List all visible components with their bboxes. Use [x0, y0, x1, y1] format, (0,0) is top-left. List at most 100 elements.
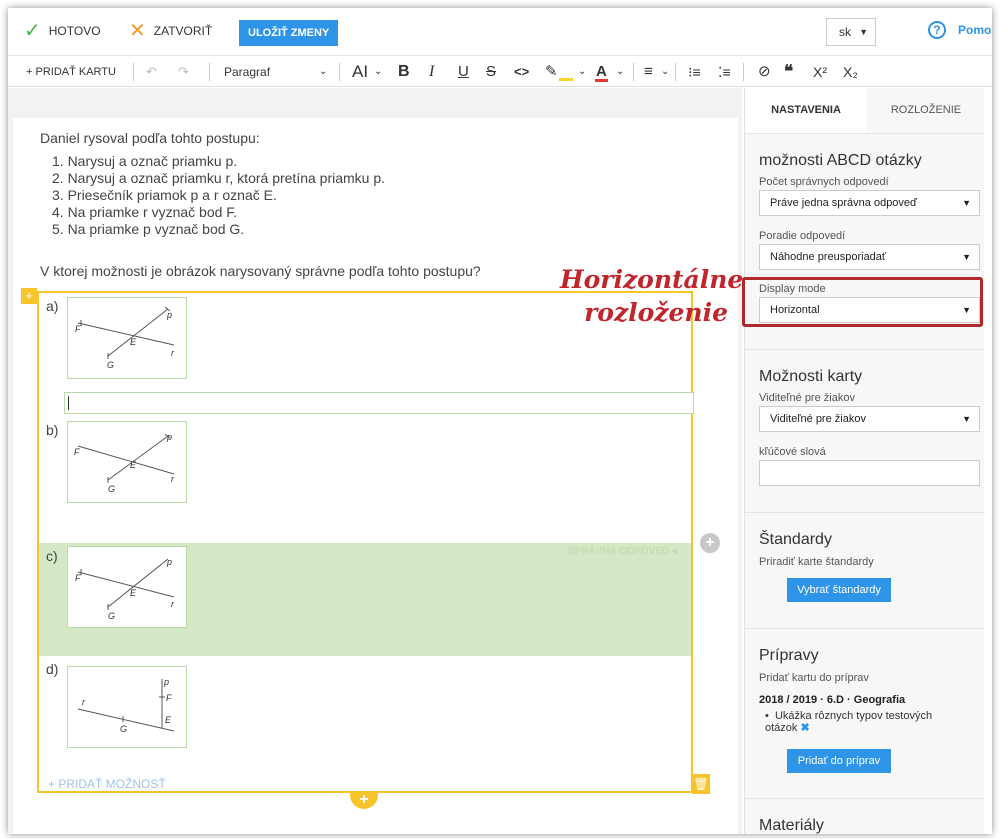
figure-label: E	[130, 337, 137, 347]
figure-label: r	[171, 599, 175, 609]
geometry-figure-b: F E p r G	[74, 432, 175, 494]
caret-down-icon: ▼	[962, 414, 971, 424]
paragraph-select[interactable]: Paragraf	[224, 57, 270, 87]
close-button[interactable]: ✕ ZATVORIŤ	[129, 21, 213, 41]
prep-list-item: • Ukážka rôznych typov testových otázok …	[765, 710, 965, 734]
ordered-list-icon[interactable]: ⁝≡	[688, 57, 701, 87]
help-link[interactable]: ? Pomo	[928, 21, 991, 39]
chevron-down-icon[interactable]: ⌄	[319, 57, 327, 87]
divider	[209, 63, 210, 81]
figure-label: r	[82, 697, 86, 707]
figure-label: E	[165, 715, 172, 725]
correct-answer-label[interactable]: SPRÁVNA ODPOVEĎ ◂	[568, 546, 677, 557]
field-label: Viditeľné pre žiakov	[759, 392, 855, 404]
annotation-text: Horizontálne rozloženie	[560, 263, 744, 329]
annotation-highlight-box	[742, 277, 983, 327]
divider	[339, 63, 340, 81]
figure-label: r	[171, 348, 175, 358]
font-size-icon[interactable]: AI	[352, 57, 368, 87]
subscript-icon[interactable]: X₂	[843, 57, 858, 87]
top-bar: ✓ HOTOVO ✕ ZATVORIŤ ULOŽIŤ ZMENY sk ▼ ? …	[8, 8, 992, 56]
select-value: Viditeľné pre žiakov	[770, 413, 866, 425]
answer-order-select[interactable]: Náhodne preusporiadať ▼	[759, 244, 980, 270]
chevron-down-icon[interactable]: ⌄	[661, 57, 669, 87]
option-d[interactable]: d) r p F E G	[39, 656, 691, 766]
redo-icon[interactable]: ↷	[178, 57, 189, 87]
geometry-figure-a: F E p r G	[75, 306, 175, 370]
add-card-button[interactable]: + PRIDAŤ KARTU	[26, 57, 116, 87]
code-icon[interactable]: <>	[514, 57, 529, 87]
geometry-figure-c: F E p r G	[75, 557, 175, 621]
annotation-line: Horizontálne	[560, 265, 744, 294]
bullet-list-icon[interactable]: ⁚≡	[718, 57, 731, 87]
caret-down-icon: ▼	[859, 27, 868, 37]
link-icon[interactable]: ⊘	[758, 57, 771, 87]
underline-icon[interactable]: U	[458, 57, 469, 87]
question-intro[interactable]: Daniel rysoval podľa tohto postupu:	[40, 130, 260, 147]
option-letter: d)	[46, 661, 59, 677]
add-option-circle-icon[interactable]: +	[700, 533, 720, 553]
list-item: 2. Narysuj a označ priamku r, ktorá pret…	[52, 170, 386, 186]
tab-layout[interactable]: ROZLOŽENIE	[867, 88, 985, 133]
superscript-icon[interactable]: X²	[813, 57, 827, 87]
settings-panel: NASTAVENIA ROZLOŽENIE možnosti ABCD otáz…	[744, 88, 985, 834]
section-title: Materiály	[759, 817, 824, 834]
close-label: ZATVORIŤ	[153, 24, 213, 38]
add-option-button[interactable]: + PRIDAŤ MOŽNOSŤ	[48, 777, 166, 791]
keywords-input[interactable]	[759, 460, 980, 486]
option-image[interactable]: F E p r G	[67, 546, 187, 628]
highlight-icon[interactable]: ✎	[545, 57, 558, 87]
chevron-down-icon[interactable]: ⌄	[616, 57, 624, 87]
correct-answer-text: SPRÁVNA ODPOVEĎ	[567, 546, 670, 557]
font-color-icon[interactable]: A	[596, 57, 607, 87]
question-prompt[interactable]: V ktorej možnosti je obrázok narysovaný …	[40, 263, 481, 279]
quote-icon[interactable]: ❝	[784, 57, 793, 87]
option-c-correct[interactable]: c) SPRÁVNA ODPOVEĎ ◂ F E p r G	[39, 543, 691, 656]
align-icon[interactable]: ≡	[644, 57, 653, 87]
section-title: Štandardy	[759, 531, 832, 548]
select-value: Práve jedna správna odpoveď	[770, 197, 917, 209]
trash-icon[interactable]: 🗑	[692, 774, 710, 794]
standards-section: Štandardy Priradiť karte štandardy Vybra…	[745, 512, 985, 628]
annotation-line: rozloženie	[584, 298, 728, 327]
list-item: 3. Priesečník priamok p a r označ E.	[52, 187, 277, 203]
option-image[interactable]: F E p r G	[67, 297, 187, 379]
save-button[interactable]: ULOŽIŤ ZMENY	[239, 20, 339, 46]
done-label: HOTOVO	[48, 24, 101, 38]
undo-icon[interactable]: ↶	[146, 57, 157, 87]
add-block-icon[interactable]: +	[21, 288, 37, 304]
plus-icon: +	[48, 777, 59, 791]
field-label: Priradiť karte štandardy	[759, 556, 874, 568]
choose-standards-button[interactable]: Vybrať štandardy	[787, 578, 891, 602]
bold-icon[interactable]: B	[398, 57, 410, 87]
correct-count-select[interactable]: Práve jedna správna odpoveď ▼	[759, 190, 980, 216]
remove-icon[interactable]: ✖	[800, 722, 809, 734]
divider	[633, 63, 634, 81]
select-value: Náhodne preusporiadať	[770, 251, 887, 263]
option-text-input[interactable]	[64, 392, 694, 414]
list-item: 4. Na priamke r vyznač bod F.	[52, 204, 238, 220]
option-image[interactable]: r p F E G	[67, 666, 187, 748]
figure-label: p	[163, 677, 169, 687]
options-block[interactable]: a) F E p r G b) F E p r G c) SPRÁVNA ODP…	[37, 291, 694, 793]
visibility-select[interactable]: Viditeľné pre žiakov ▼	[759, 406, 980, 432]
done-button[interactable]: ✓ HOTOVO	[24, 21, 101, 41]
language-select[interactable]: sk ▼	[826, 18, 876, 46]
chevron-down-icon[interactable]: ⌄	[374, 57, 382, 87]
add-to-prep-button[interactable]: Pridať do príprav	[787, 749, 891, 773]
section-title: možnosti ABCD otázky	[759, 152, 922, 169]
field-label: Pridať kartu do príprav	[759, 672, 869, 684]
chevron-down-icon[interactable]: ⌄	[578, 57, 586, 87]
tab-settings[interactable]: NASTAVENIA	[745, 88, 867, 133]
figure-label: r	[171, 474, 175, 484]
highlight-color-bar	[559, 78, 573, 81]
italic-icon[interactable]: I	[429, 57, 434, 87]
bullet: •	[765, 710, 775, 722]
instruction-list[interactable]: 1. Narysuj a označ priamku p. 2. Narysuj…	[52, 153, 385, 238]
figure-label: p	[166, 432, 172, 442]
figure-label: E	[130, 588, 137, 598]
strikethrough-icon[interactable]: S	[486, 57, 496, 87]
option-b[interactable]: b) F E p r G	[39, 417, 691, 543]
figure-label: F	[74, 447, 80, 457]
option-image[interactable]: F E p r G	[67, 421, 187, 503]
